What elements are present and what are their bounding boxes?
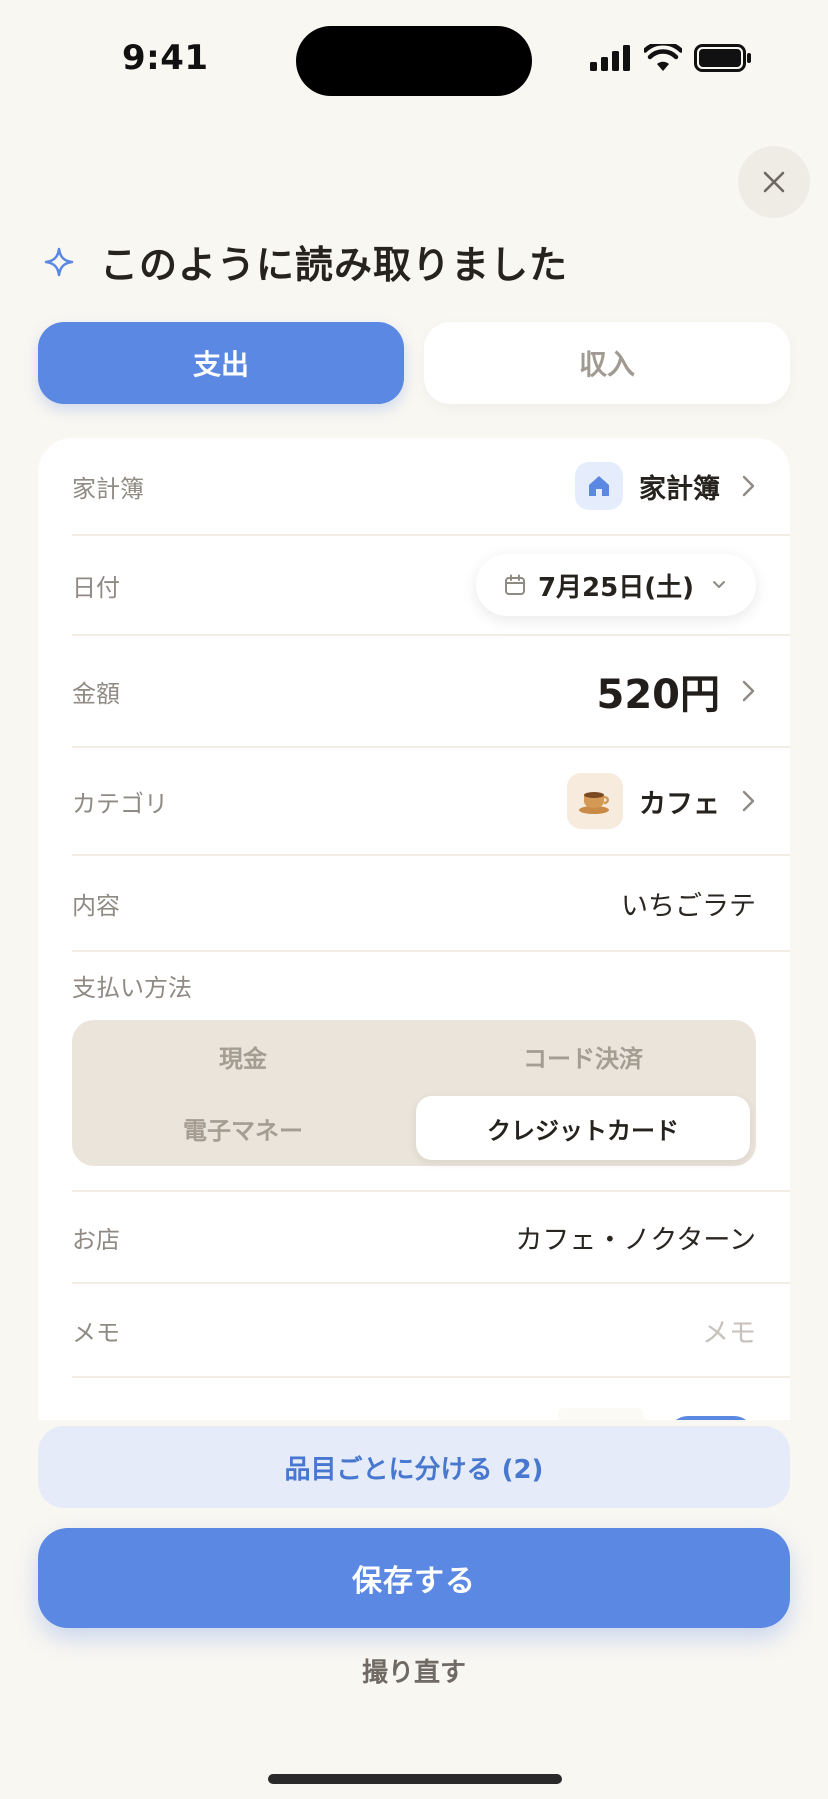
store-row[interactable]: お店 カフェ・ノクターン — [72, 1190, 790, 1284]
date-value: 7月25日(土) — [475, 554, 756, 616]
book-row[interactable]: 家計簿 家計簿 — [72, 438, 790, 536]
memo-input[interactable]: メモ — [702, 1311, 756, 1350]
chevron-right-icon — [742, 790, 755, 812]
tab-income[interactable]: 収入 — [424, 322, 790, 404]
payment-method-selector: 現金 コード決済 電子マネー クレジットカード — [72, 1020, 756, 1166]
title-row: このように読み取りました — [44, 234, 568, 289]
category-label: カテゴリ — [72, 789, 168, 818]
memo-label: メモ — [72, 1318, 120, 1347]
date-picker[interactable]: 7月25日(土) — [475, 554, 756, 616]
book-badge — [575, 462, 623, 510]
home-indicator — [268, 1774, 562, 1784]
type-tabs: 支出 収入 — [38, 322, 790, 404]
status-time: 9:41 — [122, 38, 209, 78]
house-icon — [589, 476, 609, 496]
category-badge — [567, 773, 623, 829]
date-row: 日付 7月25日(土) — [72, 536, 790, 636]
store-label: お店 — [72, 1225, 120, 1254]
wifi-icon — [644, 44, 682, 71]
content-row[interactable]: 内容 いちごラテ — [72, 856, 790, 952]
amount-value: 520円 — [597, 662, 757, 720]
date-label: 日付 — [72, 573, 120, 602]
save-button[interactable]: 保存する — [38, 1528, 790, 1628]
category-value: カフェ — [567, 773, 756, 829]
content-label: 内容 — [72, 891, 120, 920]
content-text: いちごラテ — [621, 890, 756, 922]
chevron-right-icon — [742, 475, 755, 497]
retake-button[interactable]: 撮り直す — [0, 1652, 828, 1689]
amount-text: 520円 — [596, 672, 721, 718]
sparkle-icon — [44, 247, 74, 276]
chevron-down-icon — [713, 581, 725, 588]
payment-option-emoney[interactable]: 電子マネー — [76, 1096, 410, 1160]
memo-value: メモ — [702, 1311, 756, 1350]
status-icons — [590, 44, 752, 72]
date-text: 7月25日(土) — [537, 572, 694, 603]
page-title: このように読み取りました — [100, 243, 569, 287]
chevron-right-icon — [742, 680, 755, 702]
signal-icon — [590, 45, 630, 71]
tab-expense[interactable]: 支出 — [38, 322, 404, 404]
amount-row[interactable]: 金額 520円 — [72, 636, 790, 748]
form-card: 家計簿 家計簿 日付 7月25日(土) 金額 520円 カテゴリ カフェ 内容 … — [38, 438, 790, 1438]
category-row[interactable]: カテゴリ カフェ — [72, 748, 790, 856]
payment-label: 支払い方法 — [72, 974, 192, 1002]
store-text: カフェ・ノクターン — [515, 1224, 756, 1256]
memo-row[interactable]: メモ メモ — [72, 1284, 790, 1378]
close-icon — [763, 171, 785, 193]
book-value: 家計簿 — [575, 462, 756, 510]
book-label: 家計簿 — [72, 474, 144, 503]
calendar-icon — [504, 574, 525, 595]
dynamic-island — [296, 26, 532, 96]
coffee-cup-icon — [579, 792, 609, 814]
payment-option-cash[interactable]: 現金 — [76, 1024, 410, 1088]
store-value: カフェ・ノクターン — [515, 1218, 756, 1257]
split-items-button[interactable]: 品目ごとに分ける (2) — [38, 1426, 790, 1508]
content-value: いちごラテ — [621, 884, 756, 923]
battery-icon — [694, 44, 751, 72]
screen: 9:41 このように読み取りました 支出 収入 家計簿 家計簿 日付 7月25日… — [0, 0, 828, 1799]
amount-label: 金額 — [72, 679, 120, 708]
book-name: 家計簿 — [639, 473, 720, 505]
close-button[interactable] — [738, 146, 810, 218]
payment-option-credit-card[interactable]: クレジットカード — [416, 1096, 750, 1160]
category-name: カフェ — [639, 788, 720, 820]
payment-option-code[interactable]: コード決済 — [416, 1024, 750, 1088]
